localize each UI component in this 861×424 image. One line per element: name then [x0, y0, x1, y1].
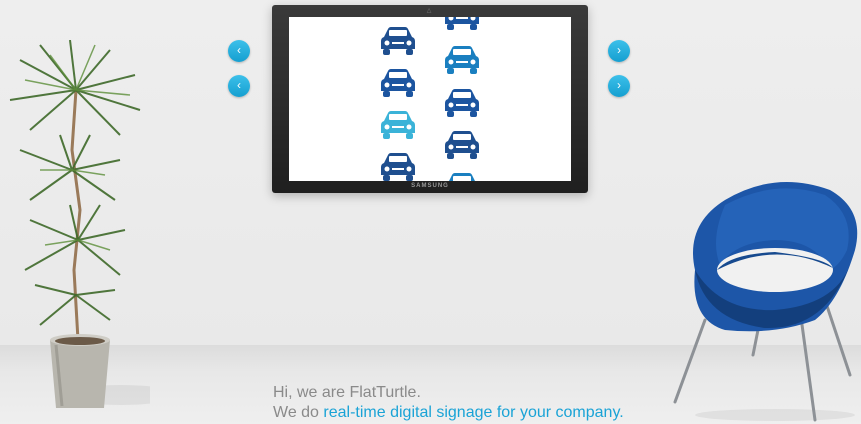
intro-prefix: We do: [273, 404, 324, 421]
tv-brand-label: SAMSUNG: [411, 183, 449, 189]
intro-line-2: We do real-time digital signage for your…: [273, 403, 624, 423]
intro-line-1: Hi, we are FlatTurtle.: [273, 384, 421, 401]
tv-sensor-icon: △: [426, 8, 432, 14]
car-pattern: [381, 17, 479, 181]
prev-button-secondary[interactable]: ‹: [228, 75, 250, 97]
plant-illustration: [9, 40, 150, 408]
next-button[interactable]: ›: [608, 40, 630, 62]
chevron-left-icon: ‹: [237, 78, 241, 92]
car-icon: [445, 46, 479, 74]
intro-text: Hi, we are FlatTurtle. We do real-time d…: [273, 383, 624, 423]
chair-illustration: [673, 182, 858, 422]
prev-button[interactable]: ‹: [228, 40, 250, 62]
car-icon: [381, 111, 415, 139]
tv-screen: [289, 17, 571, 181]
chevron-left-icon: ‹: [237, 43, 241, 57]
car-icon: [445, 173, 479, 181]
next-button-secondary[interactable]: ›: [608, 75, 630, 97]
car-icon: [445, 17, 479, 30]
car-icon: [445, 89, 479, 117]
chevron-right-icon: ›: [617, 78, 621, 92]
car-icon: [445, 131, 479, 159]
chevron-right-icon: ›: [617, 43, 621, 57]
signage-link[interactable]: real-time digital signage for your compa…: [323, 404, 623, 421]
car-icon: [381, 27, 415, 55]
car-icon: [381, 69, 415, 97]
tv-display: △ SAMSUNG: [272, 5, 588, 193]
car-icon: [381, 153, 415, 181]
